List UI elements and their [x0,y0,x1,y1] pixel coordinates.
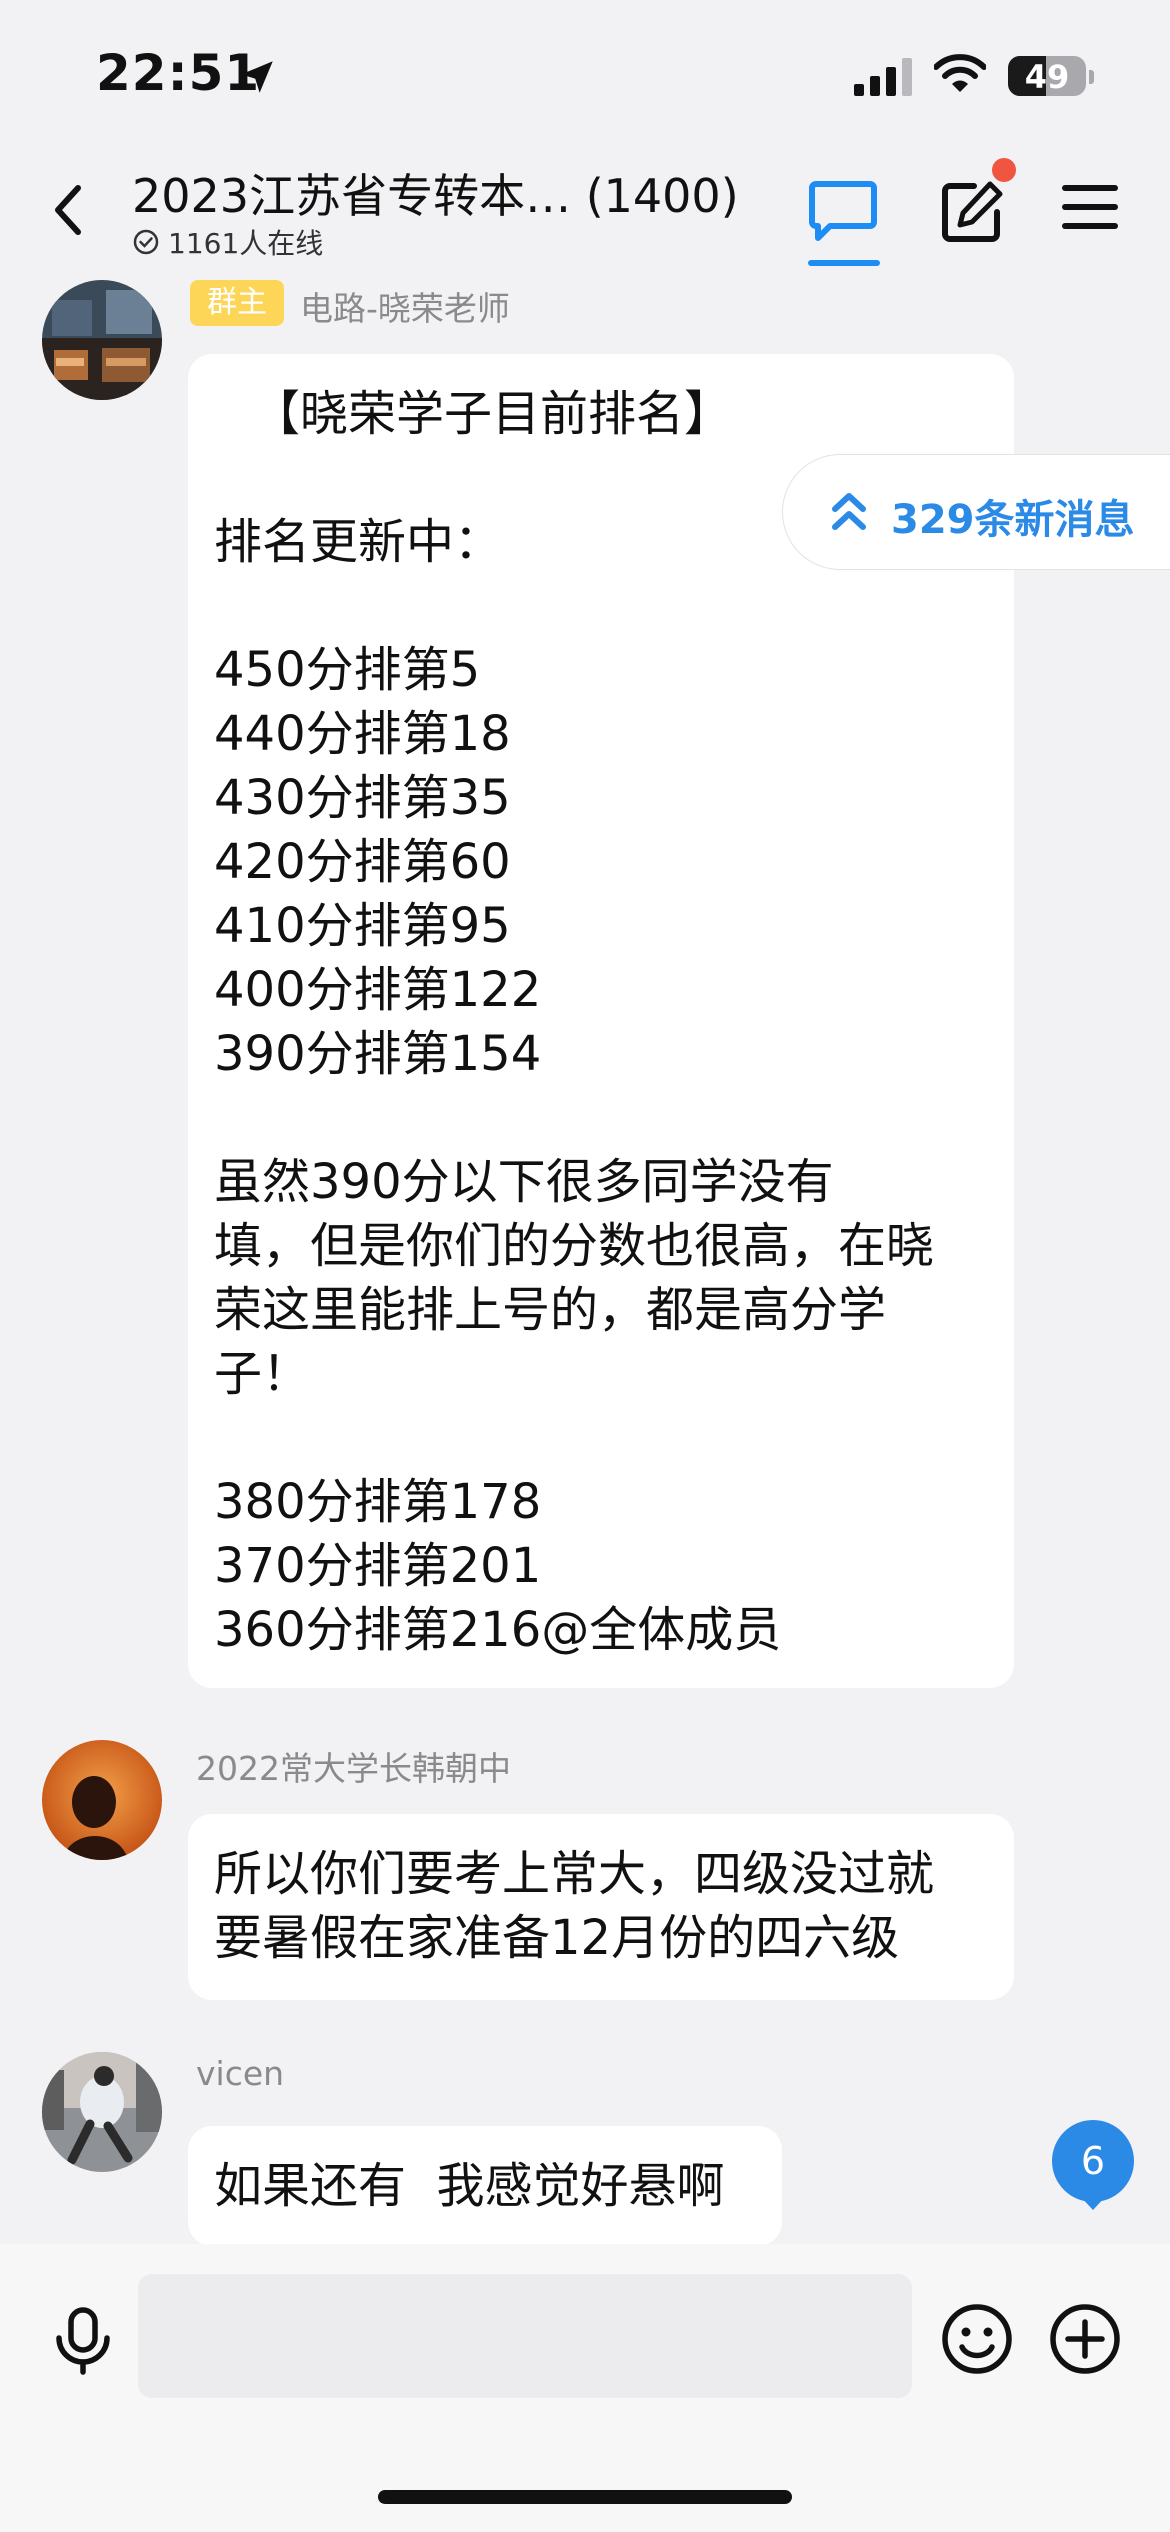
message-bubble[interactable]: 所以你们要考上常大，四级没过就 要暑假在家准备12月份的四六级 [188,1814,1014,2000]
online-count-text: 1161人在线 [168,227,324,260]
message-input[interactable] [138,2274,912,2398]
battery-icon: 49 [1008,56,1086,96]
online-check-icon [133,229,159,255]
active-tab-indicator [808,260,880,266]
emoji-icon[interactable] [940,2302,1014,2376]
chat-header: 2023江苏省专转本… (1400) 1161人在线 [0,150,1170,274]
cellular-signal-icon [854,58,912,96]
message-line: 子！ [214,1346,311,1402]
unread-badge-tail [1080,2196,1106,2210]
message-line: 380分排第178 [214,1474,542,1530]
message-line: 【晓荣学子目前排名】 [252,386,733,442]
double-chevron-up-icon [832,493,866,530]
new-messages-button[interactable]: 329条新消息 [782,454,1170,570]
message-line [214,1406,988,1470]
wifi-icon [934,54,986,92]
chat-icon[interactable] [808,178,878,244]
message-line: 要暑假在家准备12月份的四六级 [214,1910,900,1966]
avatar[interactable] [42,1740,162,1860]
group-owner-badge: 群主 [190,280,284,326]
unread-count-badge[interactable]: 6 [1052,2120,1134,2202]
message-line: 360分排第216@全体成员 [214,1602,782,1658]
message-line: 如果还有 我感觉好悬啊 [214,2158,725,2214]
message-line: 虽然390分以下很多同学没有 [214,1154,834,1210]
message-line: 420分排第60 [214,834,511,890]
back-icon[interactable] [48,180,88,240]
message-line: 400分排第122 [214,962,542,1018]
home-indicator [378,2490,792,2504]
edit-icon[interactable] [940,180,1004,244]
message-line [214,1086,988,1150]
message-line: 荣这里能排上号的，都是高分学 [214,1282,887,1338]
message-line: 430分排第35 [214,770,511,826]
status-bar: 22:51 49 [0,0,1170,150]
message-line: 填，但是你们的分数也很高，在晓 [214,1218,935,1274]
sender-name[interactable]: vicen [196,2054,284,2093]
battery-tip [1089,70,1094,84]
message-line: 440分排第18 [214,706,511,762]
avatar[interactable] [42,280,162,400]
location-arrow-icon [241,61,273,93]
microphone-icon[interactable] [50,2306,116,2376]
sender-name[interactable]: 电路-晓荣老师 [300,282,510,330]
message-line [214,574,988,638]
message-line: 450分排第5 [214,642,481,698]
message-line: 370分排第201 [214,1538,542,1594]
menu-icon[interactable] [1060,182,1120,232]
message-bubble[interactable]: 如果还有 我感觉好悬啊 [188,2126,782,2246]
message-line: 所以你们要考上常大，四级没过就 [214,1846,935,1902]
online-count: 1161人在线 [132,222,323,262]
message-line: 390分排第154 [214,1026,542,1082]
input-bar [0,2244,1170,2532]
battery-level: 49 [1024,58,1070,96]
avatar[interactable] [42,2052,162,2172]
new-messages-label: 329条新消息 [891,497,1135,543]
group-title[interactable]: 2023江苏省专转本… (1400) [132,160,739,226]
notification-dot [992,158,1016,182]
sender-name[interactable]: 2022常大学长韩朝中 [196,1742,511,1790]
plus-icon[interactable] [1048,2302,1122,2376]
message-line: 410分排第95 [214,898,511,954]
